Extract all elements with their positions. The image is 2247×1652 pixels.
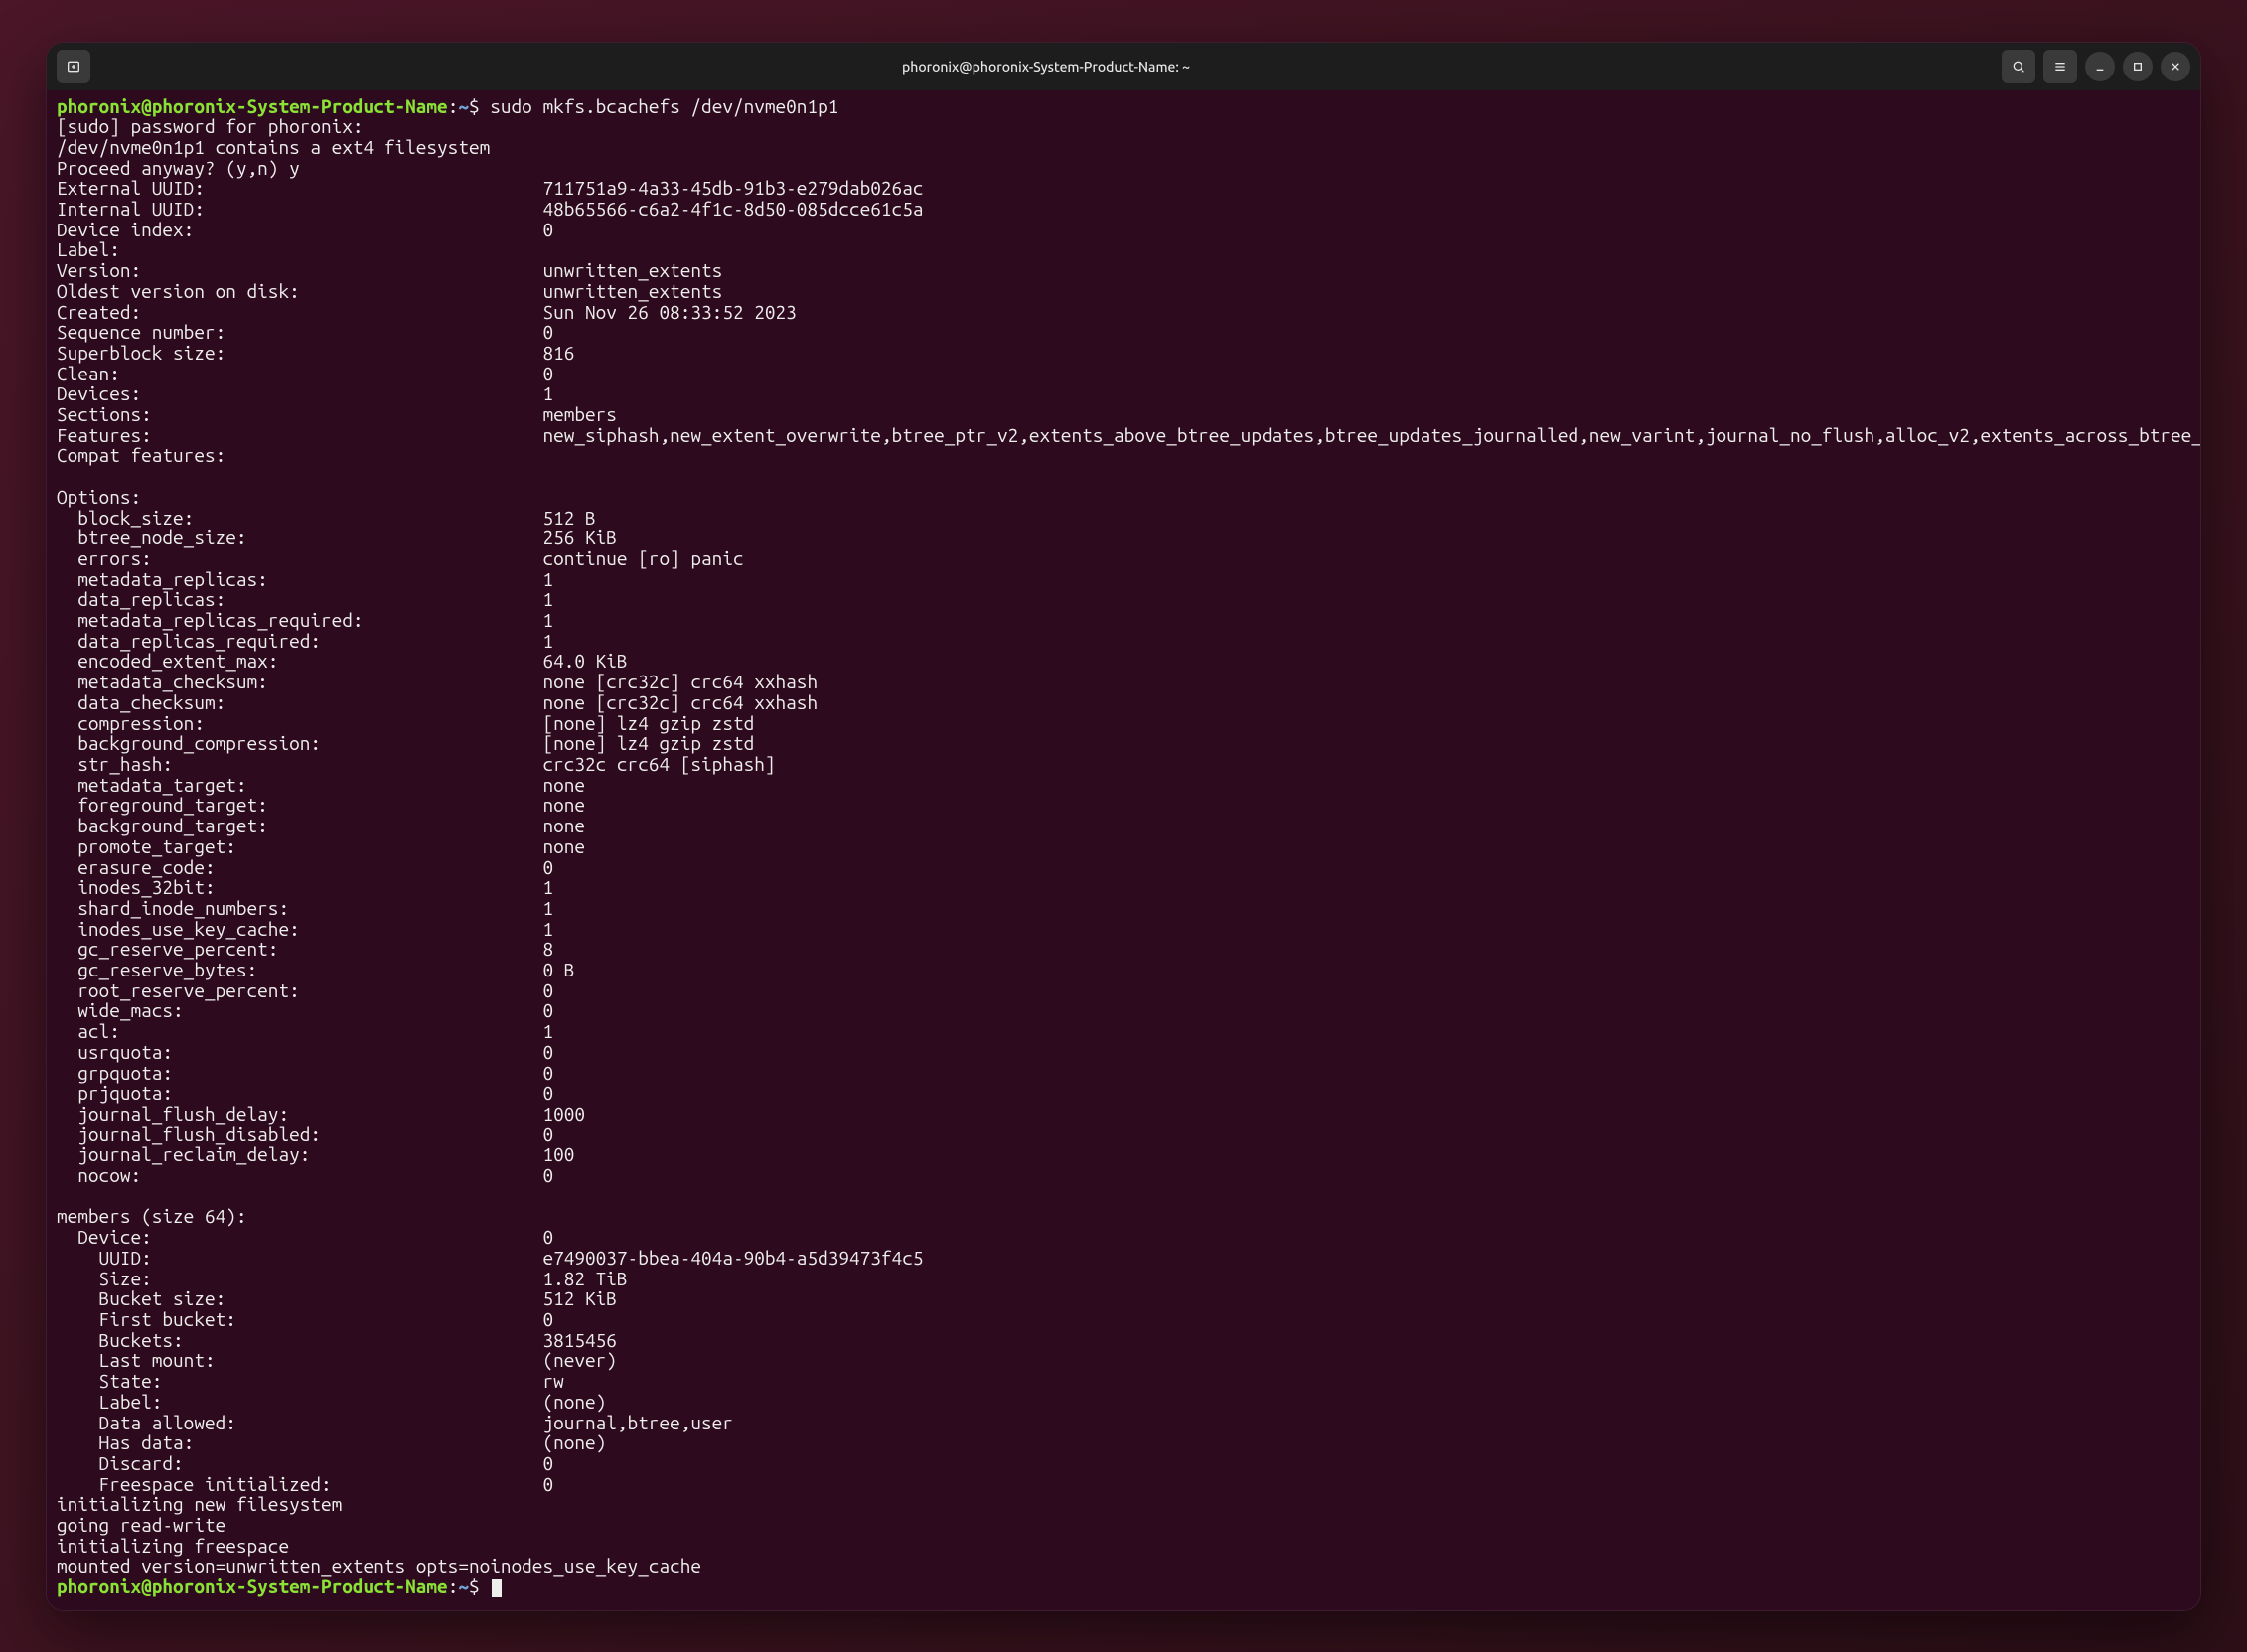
menu-button[interactable] xyxy=(2043,50,2077,83)
terminal-body[interactable]: phoronix@phoronix-System-Product-Name:~$… xyxy=(47,90,2200,1610)
minimize-icon xyxy=(2092,59,2108,75)
terminal-window: phoronix@phoronix-System-Product-Name: ~… xyxy=(46,42,2201,1611)
hamburger-icon xyxy=(2052,59,2068,75)
terminal-output: phoronix@phoronix-System-Product-Name:~$… xyxy=(57,96,2200,1604)
search-button[interactable] xyxy=(2002,50,2035,83)
minimize-button[interactable] xyxy=(2085,52,2115,81)
maximize-button[interactable] xyxy=(2123,52,2153,81)
maximize-icon xyxy=(2130,59,2146,75)
new-tab-icon xyxy=(66,59,81,75)
new-tab-button[interactable] xyxy=(57,50,90,83)
cursor xyxy=(492,1579,502,1597)
close-button[interactable] xyxy=(2161,52,2190,81)
search-icon xyxy=(2011,59,2026,75)
window-title: phoronix@phoronix-System-Product-Name: ~ xyxy=(90,59,2002,75)
close-icon xyxy=(2168,59,2183,75)
titlebar: phoronix@phoronix-System-Product-Name: ~ xyxy=(47,43,2200,90)
